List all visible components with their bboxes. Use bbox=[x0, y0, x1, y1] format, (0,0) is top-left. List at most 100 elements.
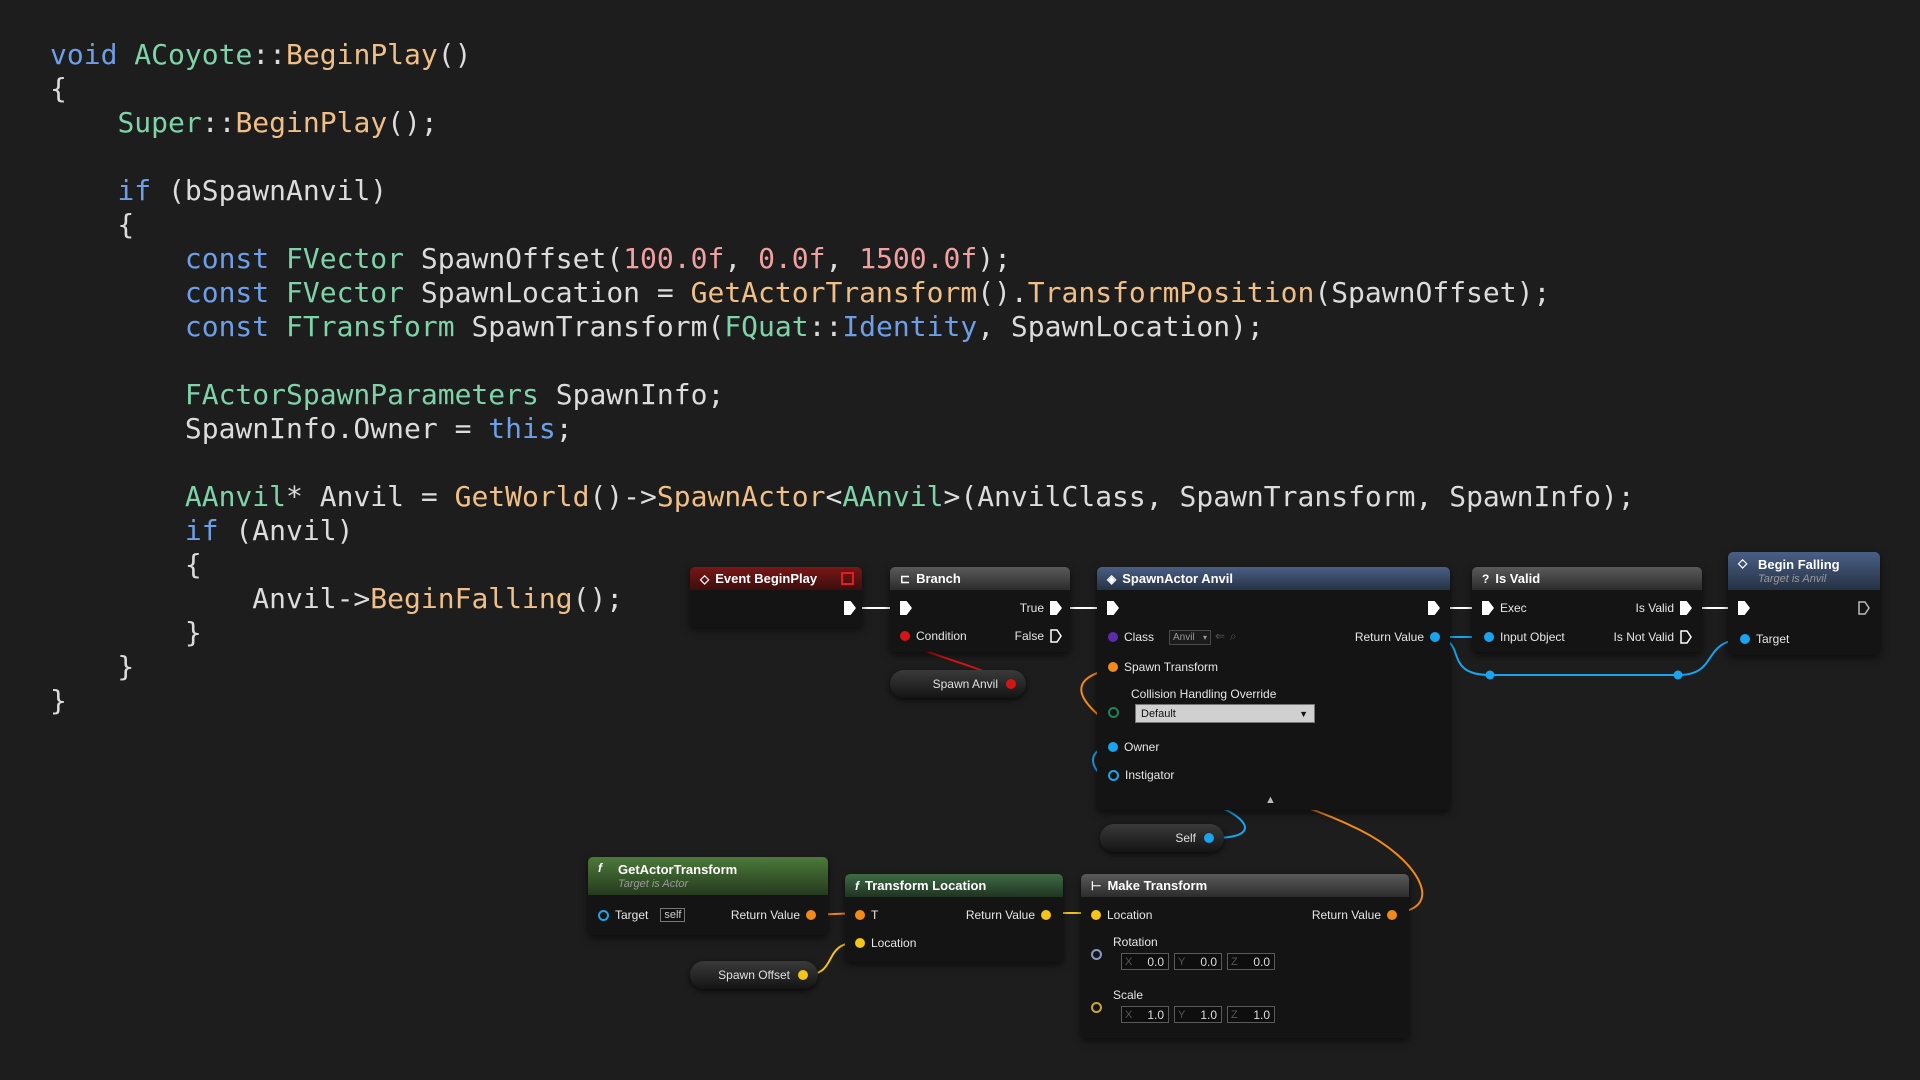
spawn-actor-node[interactable]: ◈ SpawnActor Anvil Class Anvil ▾ ⇐ ⌕ Retu… bbox=[1097, 567, 1450, 810]
scale-y-value: 1.0 bbox=[1200, 1007, 1217, 1022]
is-valid-exec-pin[interactable] bbox=[1680, 601, 1692, 615]
object-out-pin[interactable] bbox=[1204, 833, 1214, 843]
spawn-anvil-variable[interactable]: Spawn Anvil bbox=[890, 670, 1026, 698]
location-pin[interactable] bbox=[1091, 910, 1101, 920]
exec-out-pin[interactable] bbox=[1858, 601, 1870, 615]
function-diamond-icon: ◇ bbox=[1738, 556, 1748, 570]
rotation-z-value: 0.0 bbox=[1253, 954, 1270, 969]
spawn-offset-variable[interactable]: Spawn Offset bbox=[690, 961, 818, 989]
scale-y-input[interactable]: Y 1.0 bbox=[1174, 1006, 1222, 1023]
target-pin[interactable] bbox=[1740, 634, 1750, 644]
return-value-label: Return Value bbox=[1311, 908, 1381, 922]
variable-label: Spawn Offset bbox=[718, 968, 790, 982]
input-object-pin[interactable] bbox=[1484, 632, 1494, 642]
collision-pin[interactable] bbox=[1108, 707, 1119, 718]
axis-label: Z bbox=[1231, 955, 1238, 968]
make-transform-node[interactable]: ⊢ Make Transform Location Return Value R… bbox=[1081, 874, 1409, 1038]
node-header: ◇ Begin Falling Target is Anvil bbox=[1728, 552, 1880, 590]
rotation-x-input[interactable]: X 0.0 bbox=[1121, 953, 1169, 970]
class-pin[interactable] bbox=[1108, 632, 1118, 642]
exec-in-pin[interactable] bbox=[1738, 601, 1750, 615]
scale-z-input[interactable]: Z 1.0 bbox=[1227, 1006, 1275, 1023]
exec-out-pin[interactable] bbox=[1428, 601, 1440, 615]
branch-node[interactable]: ⊏ Branch True Condition False bbox=[890, 567, 1070, 652]
is-valid-label: Is Valid bbox=[1635, 601, 1674, 615]
transform-location-node[interactable]: f Transform Location T Return Value Loca… bbox=[845, 874, 1063, 962]
node-header: ? Is Valid bbox=[1472, 567, 1702, 590]
node-title: Transform Location bbox=[865, 878, 987, 893]
node-header: ◇ Event BeginPlay bbox=[690, 567, 862, 590]
scale-x-input[interactable]: X 1.0 bbox=[1121, 1006, 1169, 1023]
collision-value: Default bbox=[1141, 707, 1176, 720]
instigator-label: Instigator bbox=[1125, 768, 1175, 782]
node-title: SpawnActor Anvil bbox=[1122, 571, 1233, 586]
class-combo[interactable]: Anvil ▾ bbox=[1169, 630, 1211, 645]
target-self-value[interactable]: self bbox=[660, 908, 686, 922]
node-subtitle: Target is Actor bbox=[618, 878, 689, 890]
event-diamond-icon: ◇ bbox=[700, 571, 710, 586]
return-value-pin[interactable] bbox=[1430, 632, 1440, 642]
false-exec-pin[interactable] bbox=[1050, 629, 1062, 643]
rotation-pin[interactable] bbox=[1091, 949, 1102, 960]
rotation-z-input[interactable]: Z 0.0 bbox=[1227, 953, 1275, 970]
reroute-node[interactable] bbox=[1673, 670, 1683, 680]
location-label: Location bbox=[871, 936, 917, 950]
input-object-label: Input Object bbox=[1500, 630, 1565, 644]
owner-label: Owner bbox=[1124, 740, 1160, 754]
browse-icon[interactable]: ⌕ bbox=[1230, 629, 1237, 644]
variable-label: Spawn Anvil bbox=[932, 677, 998, 691]
get-actor-transform-node[interactable]: f GetActorTransform Target is Actor Targ… bbox=[588, 857, 828, 935]
node-subtitle: Target is Anvil bbox=[1758, 573, 1827, 585]
exec-in-pin[interactable] bbox=[900, 601, 912, 615]
node-title: GetActorTransform bbox=[618, 862, 738, 877]
dropdown-caret-icon: ▼ bbox=[1299, 708, 1308, 719]
scale-x-value: 1.0 bbox=[1147, 1007, 1164, 1022]
vector-out-pin[interactable] bbox=[798, 970, 808, 980]
spawn-transform-pin[interactable] bbox=[1108, 662, 1118, 672]
target-pin[interactable] bbox=[598, 909, 609, 921]
node-header: ◈ SpawnActor Anvil bbox=[1097, 567, 1450, 590]
node-title: Begin Falling bbox=[1758, 557, 1840, 572]
class-value: Anvil bbox=[1173, 632, 1195, 643]
node-title: Make Transform bbox=[1107, 878, 1208, 893]
location-pin[interactable] bbox=[855, 938, 865, 948]
target-label: Target bbox=[1756, 632, 1790, 646]
exec-out-pin[interactable] bbox=[844, 601, 856, 615]
return-value-pin[interactable] bbox=[1387, 910, 1397, 920]
true-exec-pin[interactable] bbox=[1050, 601, 1062, 615]
scale-z-value: 1.0 bbox=[1253, 1007, 1270, 1022]
exec-in-pin[interactable] bbox=[1482, 601, 1494, 615]
axis-label: Z bbox=[1231, 1008, 1238, 1021]
begin-falling-node[interactable]: ◇ Begin Falling Target is Anvil Target bbox=[1728, 552, 1880, 655]
is-valid-node[interactable]: ? Is Valid Exec Is Valid Input Object Is… bbox=[1472, 567, 1702, 652]
true-label: True bbox=[1019, 601, 1044, 615]
class-label: Class bbox=[1124, 630, 1155, 644]
condition-pin[interactable] bbox=[900, 631, 910, 641]
collapse-arrow-icon[interactable]: ▲ bbox=[1265, 794, 1276, 806]
instigator-pin[interactable] bbox=[1108, 769, 1119, 781]
node-header: ⊢ Make Transform bbox=[1081, 874, 1409, 897]
delegate-pin-icon[interactable] bbox=[841, 572, 854, 585]
function-f-icon: f bbox=[598, 861, 602, 875]
owner-pin[interactable] bbox=[1108, 742, 1118, 752]
return-value-label: Return Value bbox=[730, 908, 800, 922]
node-header: f GetActorTransform Target is Actor bbox=[588, 857, 828, 895]
self-variable[interactable]: Self bbox=[1100, 824, 1224, 852]
event-beginplay-node[interactable]: ◇ Event BeginPlay bbox=[690, 567, 862, 627]
use-selected-arrow-icon[interactable]: ⇐ bbox=[1215, 629, 1225, 643]
exec-label: Exec bbox=[1500, 601, 1527, 615]
exec-in-pin[interactable] bbox=[1107, 601, 1119, 615]
t-pin[interactable] bbox=[855, 910, 865, 920]
scale-pin[interactable] bbox=[1091, 1002, 1102, 1013]
bool-out-pin[interactable] bbox=[1006, 679, 1016, 689]
make-struct-icon: ⊢ bbox=[1091, 878, 1102, 893]
rotation-y-input[interactable]: Y 0.0 bbox=[1174, 953, 1222, 970]
return-value-pin[interactable] bbox=[806, 910, 816, 920]
node-title: Event BeginPlay bbox=[715, 571, 818, 586]
return-value-pin[interactable] bbox=[1041, 910, 1051, 920]
spawn-icon: ◈ bbox=[1107, 571, 1117, 586]
collision-dropdown[interactable]: Default ▼ bbox=[1135, 704, 1315, 723]
reroute-node[interactable] bbox=[1485, 670, 1495, 680]
node-title: Is Valid bbox=[1495, 571, 1541, 586]
is-not-valid-exec-pin[interactable] bbox=[1680, 630, 1692, 644]
